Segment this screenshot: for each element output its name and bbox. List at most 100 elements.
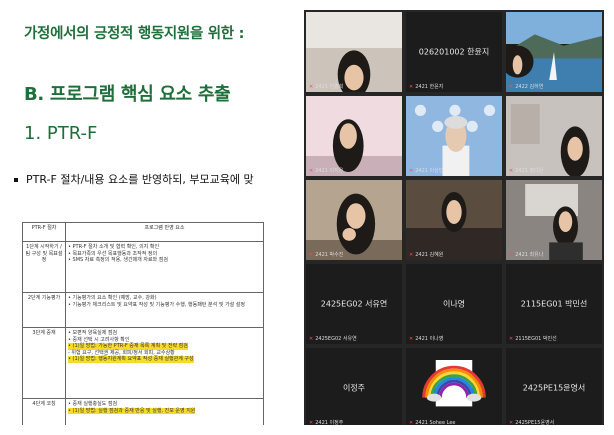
table-header-row: PTR-F 절차 프로그램 반영 요소 <box>22 222 264 242</box>
participant-name-caption: ✕ 2421 한윤지 <box>409 83 443 90</box>
participant-name-caption: ✕ 2421 이나영 <box>409 335 443 342</box>
participant-caption-text: 2421 김혜원 <box>415 252 444 258</box>
participant-grid: ✕ 2421 연종희 026201002 한윤지 ✕ 2421 한윤지 ✕ 2422 김하연… <box>304 10 604 425</box>
mic-muted-icon: ✕ <box>309 252 314 258</box>
participant-name-caption: ✕ 2422 김하연 <box>509 83 543 90</box>
participant-video <box>506 96 602 176</box>
participant-display-name: 2425PE15윤영서 <box>522 383 586 393</box>
participant-name-caption: ✕ 2115EG01 박민선 <box>509 335 557 342</box>
mic-muted-icon: ✕ <box>409 336 414 342</box>
mic-muted-icon: ✕ <box>409 168 414 174</box>
participant-name-caption: ✕ 2421 이상민 <box>409 167 443 174</box>
participant-caption-text: 2421 정다은 <box>515 168 544 174</box>
participant-video <box>506 180 602 260</box>
participant-tile[interactable]: 026201002 한윤지 ✕ 2421 한윤지 <box>406 12 502 92</box>
participant-display-name: 2115EG01 박민선 <box>520 299 588 309</box>
participant-caption-text: 2421 이정주 <box>315 420 344 425</box>
participant-tile[interactable]: 이나영 ✕ 2421 이나영 <box>406 264 502 344</box>
participant-video <box>306 12 402 92</box>
table-line: • (1)일 방법: 행동지원계획 요약표 작성 중재 실행관계 구성 <box>68 356 194 363</box>
participant-caption-text: 2421 이나영 <box>415 336 444 342</box>
slide-subsection-heading: 1. PTR-F <box>24 123 98 144</box>
table-content-cell: • 기능평가의 요소 확인 (예방, 교수, 강화) • 기능평가 체크리스트 및… <box>65 292 264 328</box>
participant-video <box>406 96 502 176</box>
participant-name-caption: ✕ 2421 김혜원 <box>409 251 443 258</box>
participant-caption-text: 2115EG01 박민선 <box>515 336 557 342</box>
participant-caption-text: 2421 박수진 <box>315 252 344 258</box>
participant-name-caption: ✕ 2425PE15윤영서 <box>509 419 554 425</box>
table-content-cell: • 중재 실행충실도 점검 • (1)일 방법: 실행 점검과 중재 반응 및 실… <box>65 398 264 425</box>
mic-muted-icon: ✕ <box>409 84 414 90</box>
table-step-cell: 1단계 시작하기 / 팀 구성 및 목표설정 <box>22 241 66 293</box>
table-row: 4단계 코칭 • 중재 실행충실도 점검 • (1)일 방법: 실행 점검과 중재 … <box>22 398 264 425</box>
slide-table: PTR-F 절차 프로그램 반영 요소 1단계 시작하기 / 팀 구성 및 목표… <box>22 222 264 425</box>
table-step-cell: 3단계 중재 <box>22 327 66 399</box>
participant-caption-text: 2425PE15윤영서 <box>515 420 555 425</box>
participant-caption-text: 2421 이지은 <box>315 168 344 174</box>
participant-name-caption: ✕ 2421 이정주 <box>309 419 343 425</box>
table-row: 3단계 중재 • 보편적 양육실제 점검 • 중재 선택 시 고려사항 확인 • (1… <box>22 327 264 399</box>
table-step-cell: 4단계 코칭 <box>22 398 66 425</box>
participant-display-name: 2425EG02 서유연 <box>320 299 388 309</box>
participant-tile[interactable]: ✕ 2421 최유나 <box>506 180 602 260</box>
shared-slide: 가정에서의 긍정적 행동지원을 위한 : B. 프로그램 핵심 요소 추출 1.… <box>8 10 304 425</box>
participant-video <box>506 12 602 92</box>
participant-tile[interactable]: 이정주 ✕ 2421 이정주 <box>306 348 402 425</box>
participant-name-caption: ✕ 2421 연종희 <box>309 83 343 90</box>
participant-tile[interactable]: ✕ 2422 김하연 <box>506 12 602 92</box>
participant-display-name: 이정주 <box>342 383 366 393</box>
table-line: • (1)일 방법: 실행 점검과 중재 반응 및 실행, 진보 운영 지원 <box>68 407 196 414</box>
screen-capture: 가정에서의 긍정적 행동지원을 위한 : B. 프로그램 핵심 요소 추출 1.… <box>8 10 604 425</box>
slide-bullet-text: PTR-F 절차/내용 요소를 반영하되, 부모교육에 맞 <box>26 173 254 186</box>
table-line: • 기능평가 체크리스트 및 요약표 작성 및 기능평가 수행, 행동패턴 분석… <box>68 301 246 308</box>
participant-tile[interactable]: ✕ 2421 연종희 <box>306 12 402 92</box>
table-header-cell: PTR-F 절차 <box>22 222 66 242</box>
mic-muted-icon: ✕ <box>509 252 514 258</box>
participant-name-caption: ✕ 2421 Sohee Lee <box>409 420 456 425</box>
participant-display-name: 026201002 한윤지 <box>418 47 490 57</box>
participant-video <box>306 180 402 260</box>
mic-muted-icon: ✕ <box>509 336 514 342</box>
participant-caption-text: 2425EG02 서유연 <box>315 336 357 342</box>
mic-muted-icon: ✕ <box>509 420 514 425</box>
table-row: 2단계 기능평가 • 기능평가의 요소 확인 (예방, 교수, 강화) • 기능평가… <box>22 292 264 328</box>
participant-caption-text: 2421 한윤지 <box>415 84 444 90</box>
bullet-dot-icon <box>14 178 18 182</box>
participant-tile[interactable]: 2425EG02 서유연 ✕ 2425EG02 서유연 <box>306 264 402 344</box>
mic-muted-icon: ✕ <box>409 420 414 425</box>
participant-tile[interactable]: 2115EG01 박민선 ✕ 2115EG01 박민선 <box>506 264 602 344</box>
participant-name-caption: ✕ 2421 이지은 <box>309 167 343 174</box>
mic-muted-icon: ✕ <box>409 252 414 258</box>
participant-name-caption: ✕ 2421 박수진 <box>309 251 343 258</box>
table-header-cell: 프로그램 반영 요소 <box>65 222 264 242</box>
participant-tile[interactable]: ✕ 2421 이상민 <box>406 96 502 176</box>
participant-tile[interactable]: ✕ 2421 김혜원 <box>406 180 502 260</box>
participant-name-caption: ✕ 2421 정다은 <box>509 167 543 174</box>
mic-muted-icon: ✕ <box>309 84 314 90</box>
participant-tile[interactable]: ✕ 2421 박수진 <box>306 180 402 260</box>
participant-tile[interactable]: ✕ 2421 이지은 <box>306 96 402 176</box>
participant-caption-text: 2421 최유나 <box>515 252 544 258</box>
slide-title: 가정에서의 긍정적 행동지원을 위한 : <box>24 26 245 42</box>
participant-name-caption: ✕ 2421 최유나 <box>509 251 543 258</box>
mic-muted-icon: ✕ <box>309 336 314 342</box>
table-row: 1단계 시작하기 / 팀 구성 및 목표설정 • PTR-F 절차 소개 및 협력… <box>22 241 264 293</box>
mic-muted-icon: ✕ <box>309 168 314 174</box>
participant-video <box>306 96 402 176</box>
participant-tile[interactable]: ✕ 2421 Sohee Lee <box>406 348 502 425</box>
table-line: • SMS 자료 측정의 적용, 생긴매개 자료와 점검 <box>68 257 168 263</box>
slide-section-heading: B. 프로그램 핵심 요소 추출 <box>24 84 231 105</box>
participant-tile[interactable]: 2425PE15윤영서 ✕ 2425PE15윤영서 <box>506 348 602 425</box>
mic-muted-icon: ✕ <box>509 84 514 90</box>
mic-muted-icon: ✕ <box>309 420 314 425</box>
table-line: • (1)일 방법: 가능한 PTR-F 중재 목록 계획 및 전략 점검 <box>68 343 188 350</box>
participant-tile[interactable]: ✕ 2421 정다은 <box>506 96 602 176</box>
slide-bullet: PTR-F 절차/내용 요소를 반영하되, 부모교육에 맞 <box>14 171 254 187</box>
participant-video <box>406 348 502 425</box>
table-content-cell: • PTR-F 절차 소개 및 협력 확인, 의지 확인 • 목표가족의 우선 목… <box>65 241 264 293</box>
table-step-cell: 2단계 기능평가 <box>22 292 66 328</box>
participant-caption-text: 2422 김하연 <box>515 84 544 90</box>
participant-caption-text: 2421 Sohee Lee <box>415 420 456 425</box>
participant-name-caption: ✕ 2425EG02 서유연 <box>309 335 357 342</box>
table-content-cell: • 보편적 양육실제 점검 • 중재 선택 시 고려사항 확인 • (1)일 방법:… <box>65 327 264 399</box>
